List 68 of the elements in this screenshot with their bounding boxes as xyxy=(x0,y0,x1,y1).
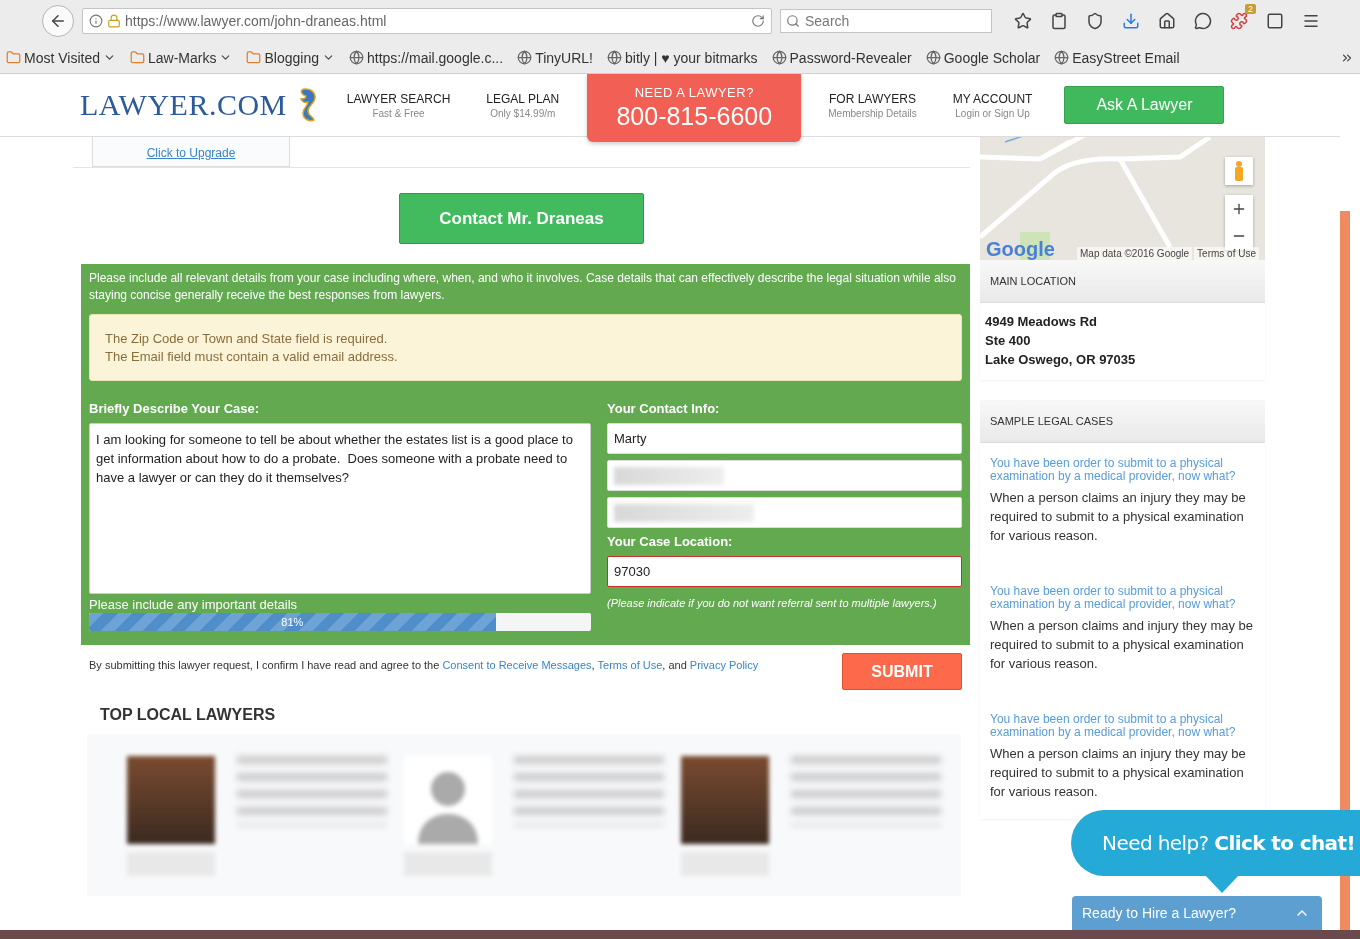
section-header: MAIN LOCATION xyxy=(980,260,1265,303)
field-label: Your Contact Info: xyxy=(607,401,721,416)
field-label: Briefly Describe Your Case: xyxy=(89,401,261,416)
section-header: SAMPLE LEGAL CASES xyxy=(980,400,1265,443)
nav-link[interactable]: FOR LAWYERS Membership Details xyxy=(828,91,917,119)
square-icon[interactable] xyxy=(1266,12,1284,30)
globe-icon xyxy=(1054,50,1070,65)
field-note: (Please indicate if you do not want referral sent to multiple lawyers.) xyxy=(607,597,938,609)
nav-link[interactable]: MY ACCOUNT Login or Sign Up xyxy=(952,91,1033,119)
case-description-field[interactable]: I am looking for someone to tell be about whether the estates list is a good place to get information about how to do a probate. Does someone with a probate need to have a lawyer or can they do it themselves? xyxy=(89,423,591,594)
bookmark-item[interactable]: Law-Marks xyxy=(130,49,233,66)
contact-field[interactable] xyxy=(607,497,962,528)
menu-icon[interactable] xyxy=(1302,12,1320,30)
extension-badge: 2 xyxy=(1245,4,1256,14)
field-label: Your Case Location: xyxy=(607,534,734,549)
case-summary: When a person claims an injury they may be required to submit to a physical examination for various reason. xyxy=(990,745,1247,801)
bookmark-item[interactable]: Most Visited xyxy=(6,49,116,66)
bookmark-item[interactable]: TinyURL! xyxy=(517,49,593,66)
map-attribution: Map data ©2016 Google xyxy=(1077,247,1193,260)
contact-field[interactable]: Marty xyxy=(607,423,962,454)
info-icon xyxy=(89,14,103,28)
star-icon[interactable] xyxy=(1014,12,1032,30)
map-terms-link[interactable]: Terms of Use xyxy=(1194,247,1259,260)
bookmark-item[interactable]: EasyStreet Email xyxy=(1054,49,1180,66)
upgrade-link[interactable]: Click to Upgrade xyxy=(146,146,236,160)
download-icon[interactable] xyxy=(1122,12,1140,30)
error-message: The Zip Code or Town and State field is required. xyxy=(105,331,389,346)
consent-link[interactable]: Consent to Receive Messages xyxy=(442,659,592,671)
address-line: 4949 Meadows Rd xyxy=(985,313,1098,331)
form-intro: Please include all relevant details from your case including where, when, and who it involves. Case details that can effectively describe the legal situation while also staying concise generally receive the best responses from lawyers. xyxy=(89,270,957,304)
globe-icon xyxy=(517,50,533,65)
map-logo: Google xyxy=(986,238,1055,260)
address-bar[interactable]: https://www.lawyer.com/john-draneas.html xyxy=(82,8,772,34)
field-hint: Please include any important details xyxy=(89,597,299,612)
home-icon[interactable] xyxy=(1158,12,1176,30)
section-heading: TOP LOCAL LAWYERS xyxy=(100,706,277,724)
case-summary: When a person claims an injury they may be required to submit to a physical examination for various reason. xyxy=(990,489,1247,545)
bookmark-item[interactable]: Google Scholar xyxy=(925,49,1041,66)
folder-icon xyxy=(130,50,145,65)
globe-icon xyxy=(607,50,622,65)
globe-icon xyxy=(348,50,364,65)
chat-icon[interactable] xyxy=(1194,12,1212,30)
folder-icon xyxy=(6,50,21,65)
consent-text: By submitting this lawyer request, I confirm I have read and agree to the Consent to Receive Messages, Terms of Use, and Privacy Policy xyxy=(89,659,759,671)
back-button[interactable] xyxy=(42,5,74,37)
puzzle-icon[interactable] xyxy=(1230,12,1248,30)
nav-link[interactable]: LAWYER SEARCH Fast & Free xyxy=(346,91,451,119)
error-message: The Email field must contain a valid email address. xyxy=(105,349,399,364)
consent-link[interactable]: Privacy Policy xyxy=(689,659,759,671)
reload-icon[interactable] xyxy=(751,14,765,28)
contact-field[interactable] xyxy=(607,460,962,491)
globe-icon xyxy=(771,50,787,65)
search-icon xyxy=(786,14,800,28)
bookmark-item[interactable]: Blogging xyxy=(246,49,335,66)
search-field[interactable]: Search xyxy=(780,9,992,33)
chat-bubble-tail xyxy=(1205,875,1239,893)
address-line: Ste 400 xyxy=(985,332,1032,350)
progress-fill: 81% xyxy=(89,613,496,631)
address-line: Lake Oswego, OR 97035 xyxy=(985,351,1137,369)
location-field[interactable]: 97030 xyxy=(607,556,962,587)
bookmark-item[interactable]: https://mail.google.c... xyxy=(348,49,504,66)
bookmark-item[interactable]: bitly | ♥ your bitmarks xyxy=(607,49,758,66)
nav-link[interactable]: LEGAL PLAN Only $14.99/m xyxy=(486,91,560,119)
bookmark-item[interactable]: Password-Revealer xyxy=(771,49,912,66)
case-summary: When a person claims and injury they may be required to submit to a physical examination for various reason. xyxy=(990,617,1254,673)
globe-icon xyxy=(925,50,941,65)
site-logo[interactable]: LAWYER.COM xyxy=(80,88,287,122)
folder-icon xyxy=(246,50,262,65)
